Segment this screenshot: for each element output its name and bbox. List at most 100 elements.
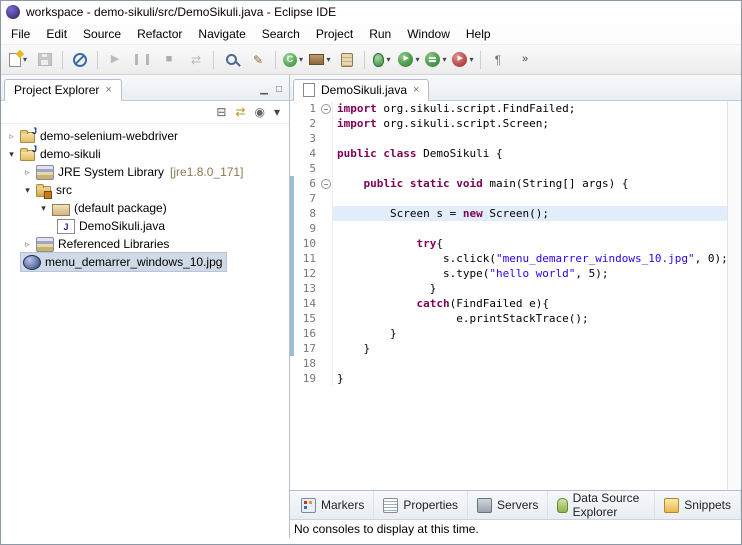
view-menu-icon[interactable]: ▾ [274, 105, 280, 119]
code-line-12[interactable]: 12 s.type("hello world", 5); [290, 266, 727, 281]
line-number[interactable]: 9 [294, 221, 319, 236]
line-number[interactable]: 19 [294, 371, 319, 386]
tree-item-demo-selenium-webdriver[interactable]: ▹ demo-selenium-webdriver [1, 126, 289, 145]
tree-item-demosikuli-java[interactable]: DemoSikuli.java [1, 217, 289, 235]
line-number[interactable]: 6 [294, 176, 319, 191]
fold-gutter[interactable] [319, 266, 333, 281]
terminate-button[interactable]: ■ [156, 49, 182, 71]
disconnect-button[interactable]: ⇄ [183, 49, 209, 71]
code-line-2[interactable]: 2 import org.sikuli.script.Screen; [290, 116, 727, 131]
skip-all-breakpoints-button[interactable] [67, 49, 93, 71]
fold-gutter[interactable] [319, 221, 333, 236]
run-button[interactable]: ▾ [396, 49, 422, 71]
line-number[interactable]: 4 [294, 146, 319, 161]
new-dropdown-icon[interactable]: ▾ [23, 55, 27, 64]
code-line-1[interactable]: 1 import org.sikuli.script.FindFailed; [290, 101, 727, 116]
collapse-fold-icon[interactable] [321, 179, 331, 189]
code-line-18[interactable]: 18 [290, 356, 727, 371]
run-dropdown-icon[interactable]: ▾ [415, 55, 419, 64]
profile-button[interactable]: ▾ [450, 49, 476, 71]
code-line-14[interactable]: 14 catch(FindFailed e){ [290, 296, 727, 311]
new-java-package-button[interactable]: ▾ [307, 49, 333, 71]
new-java-class-button[interactable]: C ▾ [280, 49, 306, 71]
line-number[interactable]: 10 [294, 236, 319, 251]
line-number[interactable]: 7 [294, 191, 319, 206]
menu-search[interactable]: Search [254, 25, 308, 43]
new-java-package-dropdown-icon[interactable]: ▾ [326, 55, 330, 64]
tree-item-default-package[interactable]: ▾ (default package) [1, 199, 289, 217]
tab-project-explorer[interactable]: Project Explorer × [4, 79, 122, 101]
line-number[interactable]: 17 [294, 341, 319, 356]
fold-gutter[interactable] [319, 161, 333, 176]
tree-item-content[interactable]: DemoSikuli.java [53, 217, 169, 235]
close-icon[interactable]: × [413, 84, 419, 96]
tree-item-referenced-libraries[interactable]: ▹ Referenced Libraries [1, 235, 289, 253]
menu-window[interactable]: Window [399, 25, 458, 43]
fold-gutter[interactable] [319, 356, 333, 371]
fold-gutter[interactable] [319, 131, 333, 146]
debug-dropdown-icon[interactable]: ▾ [386, 55, 390, 64]
expand-twistie-icon[interactable]: ▹ [5, 131, 18, 142]
coverage-button[interactable]: ▾ [423, 49, 449, 71]
fold-gutter[interactable] [319, 251, 333, 266]
tree-item-content[interactable]: menu_demarrer_windows_10.jpg [19, 252, 228, 272]
tree-item-content[interactable]: (default package) [50, 200, 171, 217]
menu-edit[interactable]: Edit [38, 25, 75, 43]
fold-gutter[interactable] [319, 371, 333, 386]
tree-item-src[interactable]: ▾ src [1, 181, 289, 199]
line-number[interactable]: 13 [294, 281, 319, 296]
menu-help[interactable]: Help [458, 25, 499, 43]
fold-gutter[interactable] [319, 311, 333, 326]
fold-gutter[interactable] [319, 206, 333, 221]
line-number[interactable]: 11 [294, 251, 319, 266]
code-line-3[interactable]: 3 [290, 131, 727, 146]
code-line-6[interactable]: 6 public static void main(String[] args)… [290, 176, 727, 191]
tab-snippets[interactable]: Snippets [655, 491, 741, 519]
code-line-11[interactable]: 11 s.click("menu_demarrer_windows_10.jpg… [290, 251, 727, 266]
code-line-10[interactable]: 10 try{ [290, 236, 727, 251]
focus-active-task-icon[interactable]: ◉ [254, 105, 264, 119]
menu-navigate[interactable]: Navigate [190, 25, 253, 43]
coverage-dropdown-icon[interactable]: ▾ [442, 55, 446, 64]
line-number[interactable]: 18 [294, 356, 319, 371]
search-button[interactable] [218, 49, 244, 71]
menu-project[interactable]: Project [308, 25, 361, 43]
line-number[interactable]: 8 [294, 206, 319, 221]
line-number[interactable]: 16 [294, 326, 319, 341]
fold-gutter[interactable] [319, 296, 333, 311]
tree-item-content[interactable]: JRE System Library [jre1.8.0_171] [34, 163, 247, 181]
code-line-17[interactable]: 17 } [290, 341, 727, 356]
tree-item-content[interactable]: demo-sikuli [18, 144, 105, 163]
menu-run[interactable]: Run [361, 25, 399, 43]
tree-item-content[interactable]: src [34, 182, 76, 199]
line-number[interactable]: 2 [294, 116, 319, 131]
fold-gutter[interactable] [319, 236, 333, 251]
collapse-twistie-icon[interactable]: ▾ [37, 203, 50, 214]
minimize-icon[interactable]: ▁ [260, 84, 268, 95]
tree-item-content[interactable]: demo-selenium-webdriver [18, 126, 182, 145]
collapse-twistie-icon[interactable]: ▾ [21, 185, 34, 196]
line-number[interactable]: 5 [294, 161, 319, 176]
resume-button[interactable]: ▶ [102, 49, 128, 71]
save-button[interactable] [32, 49, 58, 71]
fold-gutter[interactable] [319, 326, 333, 341]
code-line-15[interactable]: 15 e.printStackTrace(); [290, 311, 727, 326]
line-number[interactable]: 12 [294, 266, 319, 281]
suspend-button[interactable] [129, 49, 155, 71]
expand-twistie-icon[interactable]: ▹ [21, 239, 34, 250]
open-task-button[interactable]: ✎ [245, 49, 271, 71]
code-line-5[interactable]: 5 [290, 161, 727, 176]
line-number[interactable]: 15 [294, 311, 319, 326]
new-button[interactable]: ▾ [5, 49, 31, 71]
open-type-button[interactable] [334, 49, 360, 71]
close-icon[interactable]: × [105, 84, 111, 96]
collapse-fold-icon[interactable] [321, 104, 331, 114]
fold-gutter[interactable] [319, 101, 333, 116]
tab-data-source-explorer[interactable]: Data Source Explorer [548, 491, 656, 519]
tab-demosikuli-java[interactable]: DemoSikuli.java × [293, 79, 430, 101]
mark-occurrences-button[interactable]: ¶ [485, 49, 511, 71]
editor-scrollbar[interactable] [727, 101, 741, 490]
fold-gutter[interactable] [319, 281, 333, 296]
line-number[interactable]: 3 [294, 131, 319, 146]
profile-dropdown-icon[interactable]: ▾ [469, 55, 473, 64]
